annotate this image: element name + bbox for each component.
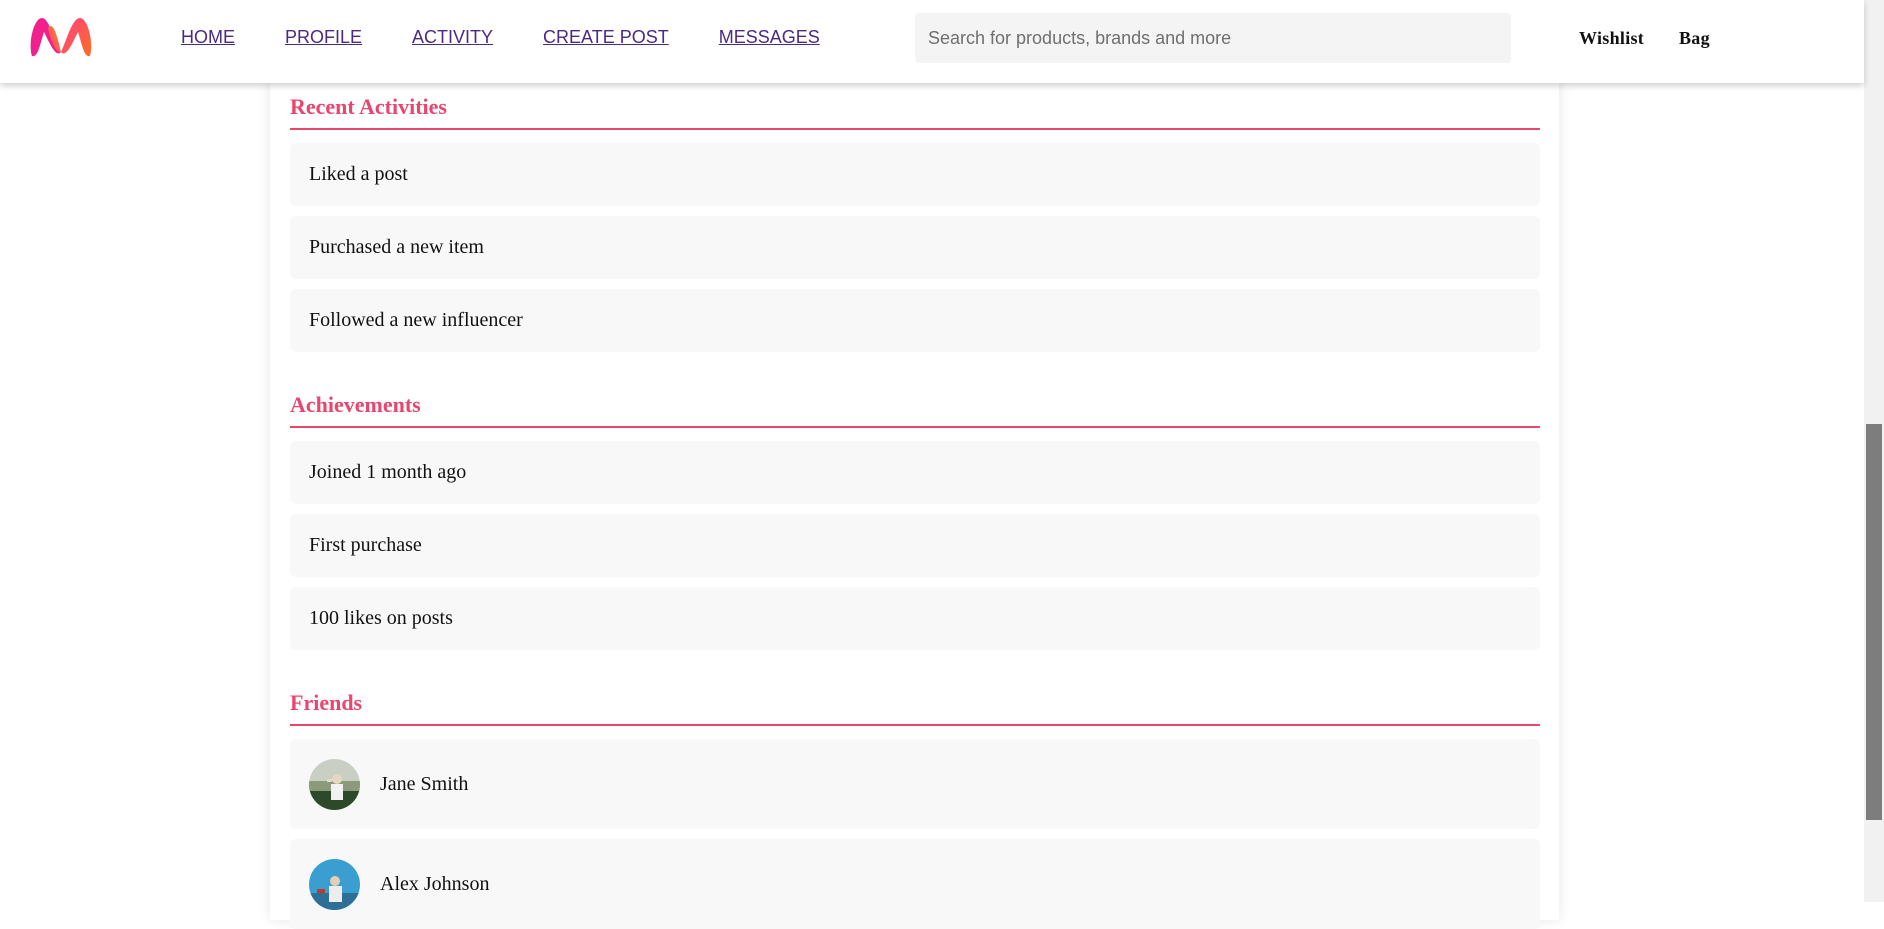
friend-name[interactable]: Jane Smith xyxy=(380,773,468,796)
achievement-text: First purchase xyxy=(309,534,422,556)
friend-avatar[interactable] xyxy=(309,758,360,810)
recent-activities-title: Recent Activities xyxy=(290,94,1540,130)
activity-item: Purchased a new item xyxy=(290,216,1540,279)
friend-item[interactable]: Jane Smith xyxy=(290,739,1540,829)
friends-title: Friends xyxy=(290,690,1540,726)
activity-text: Purchased a new item xyxy=(309,236,484,258)
avatar-photo-icon xyxy=(309,758,360,810)
achievement-text: 100 likes on posts xyxy=(309,607,453,629)
activity-text: Liked a post xyxy=(309,163,408,185)
friend-name[interactable]: Alex Johnson xyxy=(380,873,489,896)
nav-create-post[interactable]: CREATE POST xyxy=(543,27,669,48)
activity-text: Followed a new influencer xyxy=(309,309,523,331)
wishlist-link[interactable]: Wishlist xyxy=(1579,28,1644,49)
search-input[interactable] xyxy=(915,13,1511,63)
nav-messages[interactable]: MESSAGES xyxy=(719,27,820,48)
achievement-text: Joined 1 month ago xyxy=(309,461,467,483)
nav-home[interactable]: HOME xyxy=(181,27,235,48)
friend-item[interactable]: Alex Johnson xyxy=(290,839,1540,929)
brand-logo-icon[interactable] xyxy=(28,14,94,60)
achievements-title: Achievements xyxy=(290,392,1540,428)
bag-link[interactable]: Bag xyxy=(1679,28,1710,49)
nav-activity[interactable]: ACTIVITY xyxy=(412,27,493,48)
scrollbar-thumb[interactable] xyxy=(1866,424,1882,820)
nav-profile[interactable]: PROFILE xyxy=(285,27,362,48)
achievement-item: Joined 1 month ago xyxy=(290,441,1540,504)
main-nav: HOME PROFILE ACTIVITY CREATE POST MESSAG… xyxy=(181,27,870,48)
activity-item: Liked a post xyxy=(290,143,1540,206)
achievement-item: First purchase xyxy=(290,514,1540,577)
activity-item: Followed a new influencer xyxy=(290,289,1540,352)
achievement-item: 100 likes on posts xyxy=(290,587,1540,650)
top-header: HOME PROFILE ACTIVITY CREATE POST MESSAG… xyxy=(0,0,1864,83)
